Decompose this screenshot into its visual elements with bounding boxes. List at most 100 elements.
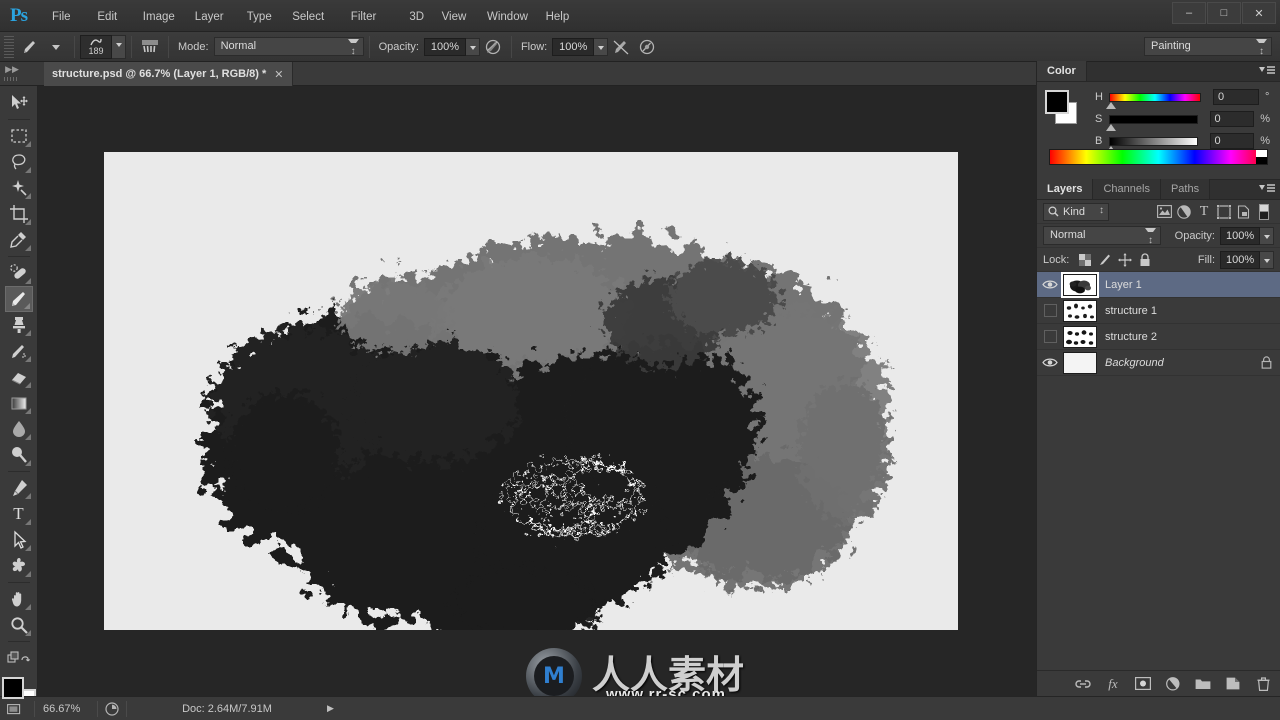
tool-brush[interactable] [4, 286, 33, 312]
tool-marquee[interactable] [5, 123, 33, 149]
delete-layer-icon[interactable] [1255, 676, 1271, 692]
tool-shape[interactable] [5, 553, 33, 579]
brush-preset-chevron-icon[interactable] [45, 36, 67, 58]
tool-hand[interactable] [5, 586, 33, 612]
tool-move[interactable] [5, 90, 33, 116]
smart-object-filter-icon[interactable] [1234, 202, 1254, 222]
tool-crop[interactable] [5, 201, 33, 227]
menu-filter[interactable]: Filter [345, 8, 383, 26]
adjustment-layer-icon[interactable] [1165, 676, 1181, 692]
menu-image[interactable]: Image [137, 8, 181, 26]
menu-edit[interactable]: Edit [91, 8, 123, 26]
spectrum-black-swatch[interactable] [1256, 157, 1267, 164]
adjustment-filter-icon[interactable] [1174, 202, 1194, 222]
tab-channels[interactable]: Channels [1093, 179, 1161, 199]
minimize-button[interactable]: – [1172, 2, 1206, 24]
flow-dropdown[interactable] [594, 37, 609, 56]
document-tab-close-icon[interactable]: ✕ [274, 68, 283, 81]
layer-blend-mode-select[interactable]: Normal [1043, 226, 1161, 249]
options-bar-grip[interactable] [4, 35, 14, 58]
tab-color[interactable]: Color [1037, 61, 1087, 81]
document-canvas[interactable] [104, 152, 958, 630]
foreground-color-swatch[interactable] [1, 677, 24, 699]
edit-toolbar-button[interactable] [5, 645, 33, 671]
layer-style-fx-icon[interactable]: fx [1105, 676, 1121, 692]
panel-expand-icon[interactable]: ▶▶ [4, 64, 20, 84]
layer-opacity-input[interactable]: 100% [1220, 226, 1260, 245]
filter-toggle-icon[interactable] [1254, 202, 1274, 222]
tab-layers[interactable]: Layers [1037, 179, 1094, 199]
layer-visibility-toggle[interactable] [1037, 350, 1063, 376]
lock-transparent-icon[interactable] [1075, 251, 1095, 269]
saturation-slider-thumb[interactable] [1105, 123, 1116, 131]
menu-3d[interactable]: 3D [403, 8, 430, 26]
brush-preset-picker[interactable]: 189 [80, 34, 112, 59]
color-panel-swatches[interactable] [1045, 90, 1081, 124]
color-spectrum-ramp[interactable] [1049, 149, 1268, 165]
tool-healing-brush[interactable] [5, 260, 33, 286]
saturation-input[interactable]: 0 [1209, 111, 1255, 127]
opacity-dropdown[interactable] [465, 37, 480, 56]
layer-name[interactable]: Layer 1 [1105, 279, 1142, 291]
hue-slider-thumb[interactable] [1106, 101, 1116, 109]
layer-name[interactable]: structure 1 [1105, 305, 1157, 317]
lock-image-icon[interactable] [1095, 251, 1115, 269]
close-button[interactable]: ✕ [1242, 2, 1276, 24]
layer-thumbnail[interactable] [1063, 325, 1097, 348]
menu-layer[interactable]: Layer [189, 8, 230, 26]
pixel-filter-icon[interactable] [1154, 202, 1174, 222]
layer-thumbnail[interactable] [1061, 271, 1099, 298]
tool-pen[interactable] [5, 475, 33, 501]
workspace-selector[interactable]: Painting [1144, 37, 1272, 60]
opacity-input[interactable]: 100% [423, 37, 466, 56]
layer-row-layer-1[interactable]: Layer 1 [1037, 271, 1280, 298]
menu-type[interactable]: Type [241, 8, 278, 26]
zoom-level[interactable]: 66.67% [35, 701, 97, 717]
document-info[interactable]: Doc: 2.64M/7.91M [127, 701, 327, 717]
tool-clone-stamp[interactable] [5, 312, 33, 338]
layer-mask-icon[interactable] [1135, 676, 1151, 692]
menu-help[interactable]: Help [540, 8, 576, 26]
hue-slider-track[interactable] [1106, 92, 1201, 109]
tool-eraser[interactable] [5, 364, 33, 390]
layer-name[interactable]: structure 2 [1105, 331, 1157, 343]
lock-position-icon[interactable] [1115, 251, 1135, 269]
pressure-size-icon[interactable] [636, 36, 658, 58]
blend-mode-select[interactable]: Normal [213, 37, 364, 60]
layer-visibility-toggle[interactable] [1037, 298, 1063, 324]
tool-dodge[interactable] [5, 442, 33, 468]
tool-blur[interactable] [5, 416, 33, 442]
layer-filter-kind-select[interactable]: Kind [1043, 202, 1109, 221]
layer-row-background[interactable]: Background [1037, 350, 1280, 376]
layer-row-structure-2[interactable]: structure 2 [1037, 324, 1280, 350]
new-group-icon[interactable] [1195, 676, 1211, 692]
brush-panel-icon[interactable] [139, 36, 161, 58]
layer-row-structure-1[interactable]: structure 1 [1037, 298, 1280, 324]
color-panel-foreground-swatch[interactable] [1045, 90, 1069, 114]
color-panel-menu-icon[interactable] [1259, 66, 1275, 76]
maximize-button[interactable]: □ [1207, 2, 1241, 24]
link-layers-icon[interactable] [1075, 676, 1091, 692]
tool-zoom[interactable] [5, 612, 33, 638]
tool-path-selection[interactable] [5, 527, 33, 553]
canvas-area[interactable] [38, 86, 1036, 696]
spectrum-white-swatch[interactable] [1256, 150, 1267, 157]
tool-type[interactable]: T [5, 501, 33, 527]
brush-preset-dropdown[interactable] [112, 34, 126, 59]
tool-gradient[interactable] [5, 390, 33, 416]
layer-opacity-dropdown[interactable] [1260, 226, 1274, 245]
layer-visibility-toggle[interactable] [1037, 324, 1063, 350]
tool-lasso[interactable] [5, 149, 33, 175]
saturation-slider-track[interactable] [1105, 114, 1198, 131]
tab-paths[interactable]: Paths [1160, 179, 1211, 199]
brightness-slider-track[interactable] [1105, 136, 1198, 153]
shape-filter-icon[interactable] [1214, 202, 1234, 222]
tool-history-brush[interactable] [5, 338, 33, 364]
brightness-input[interactable]: 0 [1209, 133, 1255, 149]
menu-file[interactable]: File [46, 8, 77, 26]
timing-icon[interactable] [98, 701, 126, 716]
document-tab[interactable]: structure.psd @ 66.7% (Layer 1, RGB/8) *… [44, 62, 293, 86]
tool-eyedropper[interactable] [5, 227, 33, 253]
lock-all-icon[interactable] [1135, 251, 1155, 269]
layer-fill-input[interactable]: 100% [1220, 250, 1260, 269]
